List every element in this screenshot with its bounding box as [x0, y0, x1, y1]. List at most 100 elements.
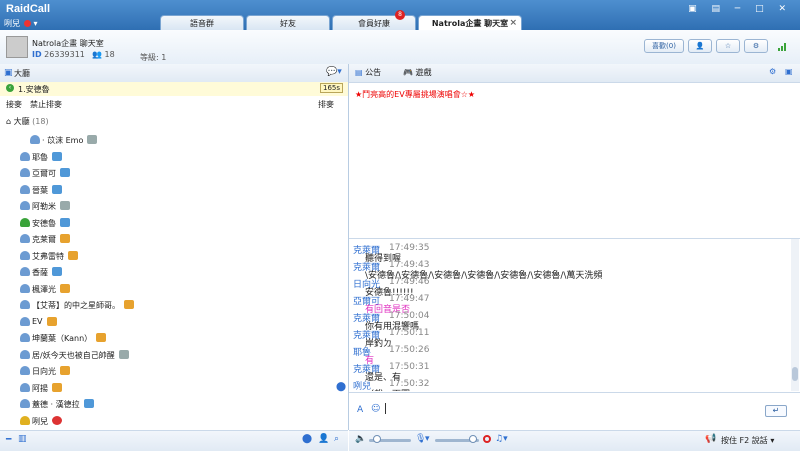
- user-name: EV: [32, 316, 43, 326]
- location-icon[interactable]: ⬤: [336, 382, 346, 392]
- user-list-item[interactable]: 安德魯: [0, 215, 348, 231]
- emoji-icon[interactable]: ☺: [371, 404, 380, 414]
- user-icon[interactable]: 👤: [318, 434, 329, 444]
- speaker-icon[interactable]: 🔈: [355, 434, 366, 444]
- user-name: 阿揚: [32, 383, 48, 393]
- room-id-label: ID: [32, 50, 42, 59]
- user-list-item[interactable]: 阿揚: [0, 380, 348, 396]
- user-status-icon: [20, 399, 30, 408]
- tab-label: 語音群: [190, 19, 214, 28]
- lobby-root[interactable]: ⌂ 大廳 (18): [6, 116, 49, 127]
- pin-icon[interactable]: ⬤: [302, 434, 312, 444]
- user-name: 香薩: [32, 268, 48, 277]
- user-list-item[interactable]: 【艾蒂】的中之星師哥。: [0, 297, 348, 313]
- right-tabs: ▤ 公告 🎮 遊戲 ⚙ ▣: [349, 64, 800, 83]
- channel-menu-icon[interactable]: 💬▾: [326, 67, 342, 77]
- user-list-item[interactable]: 楓澤光: [0, 281, 348, 297]
- role-badge-icon: [119, 349, 129, 359]
- chat-panel: ▤ 公告 🎮 遊戲 ⚙ ▣ ★鬥亮高的EV專屬挑場演唱會☆★ 克萊爾 17:49:…: [349, 64, 800, 431]
- tab-announcement[interactable]: ▤ 公告: [355, 67, 381, 78]
- tab-announcement-label: 公告: [365, 68, 382, 77]
- user-list-item[interactable]: 艾弗雷特: [0, 248, 348, 264]
- user-status-icon: [20, 415, 30, 425]
- role-badge-icon: [96, 333, 106, 342]
- chat-settings-icon[interactable]: ⚙: [769, 67, 776, 76]
- user-status-icon: [20, 316, 30, 326]
- room-name: Natrola企畫 聊天室: [32, 39, 104, 48]
- music-icon[interactable]: ♫▾: [495, 434, 508, 444]
- send-button[interactable]: ↵: [765, 405, 787, 417]
- tab-label: 會員好康: [358, 19, 390, 28]
- user-list-item[interactable]: 咧兒: [0, 413, 348, 429]
- user-list-item[interactable]: 阿勒米: [0, 198, 348, 214]
- tab-label: 好友: [280, 19, 296, 28]
- tab-friends[interactable]: 好友: [246, 15, 330, 30]
- user-list-item[interactable]: 居/妖今天也被自己帥醒: [0, 347, 348, 363]
- mic-queue-row[interactable]: ‹ 1.安德魯 165s: [0, 82, 348, 96]
- megaphone-icon: 📢: [705, 434, 717, 444]
- role-badge-icon: [60, 168, 70, 177]
- tab-game-label: 遊戲: [415, 68, 432, 77]
- role-badge-icon: [124, 300, 134, 309]
- user-name: ‧ 苡沫 Emo: [42, 136, 84, 145]
- tab-game[interactable]: 🎮 遊戲: [403, 67, 432, 78]
- user-status-icon: [20, 151, 30, 161]
- role-badge-icon: [52, 267, 62, 276]
- font-icon[interactable]: A: [357, 405, 363, 415]
- user-list-item[interactable]: 香薩: [0, 264, 348, 280]
- user-list-item[interactable]: 日向光: [0, 363, 348, 379]
- favorite-button[interactable]: 喜歡(0): [644, 39, 684, 53]
- collapse-icon[interactable]: ━: [6, 435, 11, 445]
- room-id-value: 26339311: [44, 50, 85, 59]
- speaker-volume-knob[interactable]: [373, 435, 381, 443]
- user-list-item[interactable]: 耶魯: [0, 149, 348, 165]
- settings-button[interactable]: ⚙: [744, 39, 768, 53]
- tab-member-deals[interactable]: 會員好康 8: [332, 10, 416, 30]
- channel-title: 大廳: [14, 69, 30, 78]
- user-list-item[interactable]: 晉葉: [0, 182, 348, 198]
- user-list-item[interactable]: EV: [0, 314, 348, 330]
- user-list-item[interactable]: 亞爾可: [0, 165, 348, 181]
- announcement-text: ★鬥亮高的EV專屬挑場演唱會☆★: [355, 90, 476, 99]
- channel-panel: ▣ 大廳 💬▾ ‹ 1.安德魯 165s 接麥 禁止排麥 排麥 ⌂ 大廳 (18…: [0, 64, 349, 430]
- user-name: 艾弗雷特: [32, 251, 64, 261]
- user-list-item[interactable]: 坤蘭葉（Kann）: [0, 330, 348, 346]
- user-status-icon: [20, 184, 30, 194]
- lobby-name: 大廳: [13, 117, 30, 126]
- record-icon[interactable]: [483, 435, 491, 443]
- tab-chatroom[interactable]: Natrola企畫 聊天室 ×: [418, 15, 522, 30]
- user-name: 安德魯: [32, 218, 56, 228]
- star-button[interactable]: ☆: [716, 39, 740, 53]
- status-label: 咧兒: [4, 19, 20, 28]
- search-icon[interactable]: ⌕: [334, 434, 339, 444]
- window-controls[interactable]: ▣ ▤ ─ □ ✕: [688, 4, 792, 14]
- user-list-item[interactable]: ‧ 苡沫 Emo: [0, 132, 348, 148]
- role-badge-icon: [60, 234, 70, 243]
- chat-scrollbar[interactable]: [791, 239, 799, 391]
- message-time: 17:50:26: [389, 345, 430, 355]
- close-icon[interactable]: ×: [509, 16, 517, 31]
- status-menu[interactable]: 咧兒 ▾: [4, 18, 38, 29]
- popout-icon[interactable]: ▣: [785, 67, 793, 76]
- mic-operations[interactable]: 接麥 禁止排麥: [6, 99, 62, 110]
- gamepad-icon: 🎮: [403, 68, 413, 77]
- talk-mode-button[interactable]: 按住 F2 說話 ▾: [721, 435, 774, 446]
- role-badge-icon: [52, 151, 62, 161]
- queue-mic-button[interactable]: 排麥: [318, 99, 334, 110]
- list-view-icon[interactable]: ▥: [18, 434, 27, 444]
- members-button[interactable]: 👤: [688, 39, 712, 53]
- user-list-item[interactable]: 克莱爾: [0, 231, 348, 247]
- gear-icon: ⚙: [752, 42, 760, 50]
- role-badge-icon: [84, 399, 94, 408]
- message-input-area[interactable]: A ☺ ↵: [349, 392, 800, 431]
- mic-dropdown-icon[interactable]: ▾: [425, 434, 430, 444]
- favorite-label: 喜歡(0): [652, 42, 676, 50]
- mic-volume-knob[interactable]: [469, 435, 477, 443]
- audio-footer: 🔈 🎙 ▾ ♫▾ 📢 按住 F2 說話 ▾: [349, 430, 800, 451]
- scrollbar-thumb[interactable]: [792, 367, 798, 381]
- user-status-icon: [20, 382, 30, 392]
- chat-log: 克萊爾 17:49:35 聽得到喔 克萊爾 17:49:43 \安德魯/\安德魯/\安德魯…: [349, 239, 800, 391]
- user-list-item[interactable]: 蓋德 ‧ 漢德拉: [0, 396, 348, 412]
- room-avatar[interactable]: [6, 36, 28, 58]
- tab-voice-groups[interactable]: 語音群: [160, 15, 244, 30]
